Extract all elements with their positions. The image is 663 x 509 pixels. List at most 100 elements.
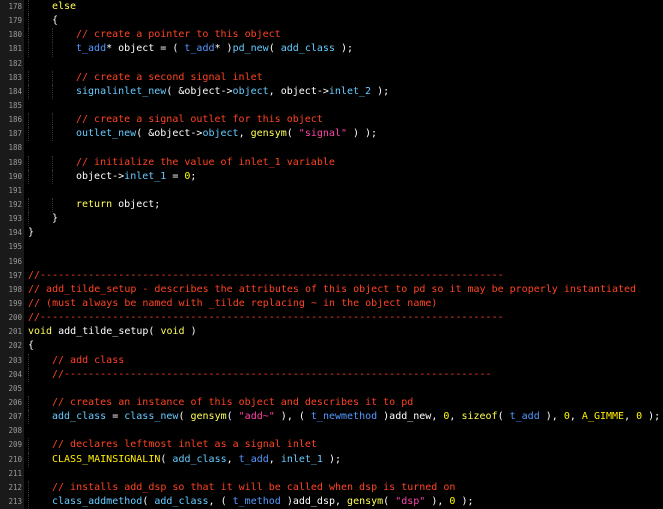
code-token: ), xyxy=(539,411,564,423)
code-line[interactable]: 204 //-----------------------------------… xyxy=(0,367,663,382)
code-token: ( xyxy=(178,411,191,423)
code-line[interactable]: 195 xyxy=(0,240,663,255)
indent-guide xyxy=(28,84,29,99)
code-line[interactable]: 181 t_add* object = ( t_add* )pd_new( add… xyxy=(0,42,663,57)
code-text: // (must always be named with _tilde rep… xyxy=(28,297,437,311)
indent-guide xyxy=(52,70,53,85)
code-text: //--------------------------------------… xyxy=(52,368,492,382)
code-token: ) xyxy=(184,326,197,338)
indent-guide xyxy=(52,169,53,184)
code-line[interactable]: 179 { xyxy=(0,14,663,29)
code-line[interactable]: 182 xyxy=(0,56,663,71)
code-token: // add_tilde_setup - describes the attri… xyxy=(28,283,637,295)
line-number: 195 xyxy=(0,240,24,255)
code-text: // create a signal outlet for this objec… xyxy=(76,113,323,127)
code-line[interactable]: 201 void add_tilde_setup( void ) xyxy=(0,325,663,340)
line-number: 204 xyxy=(0,367,24,382)
indent-guide xyxy=(28,70,29,85)
code-line[interactable]: 191 xyxy=(0,183,663,198)
code-line[interactable]: 189 // initialize the value of inlet_1 va… xyxy=(0,155,663,170)
indent-guide xyxy=(28,410,29,425)
code-token: ( xyxy=(142,495,155,507)
code-token: , object-> xyxy=(268,85,329,97)
line-number: 191 xyxy=(0,183,24,198)
line-number: 213 xyxy=(0,494,24,509)
code-line[interactable]: 190 object->inlet_1 = 0; xyxy=(0,169,663,184)
code-line[interactable]: 184 signalinlet_new( &object->object, obj… xyxy=(0,84,663,99)
code-line[interactable]: 197 //-----------------------------------… xyxy=(0,268,663,283)
code-token: )add_dsp, xyxy=(280,495,348,507)
indent-guide xyxy=(52,127,53,142)
code-text: // installs add_dsp so that it will be c… xyxy=(52,481,455,495)
line-number: 178 xyxy=(0,0,24,15)
code-line[interactable]: 207 add_class = class_new( gensym( "add~"… xyxy=(0,410,663,425)
indent-guide xyxy=(52,84,53,99)
code-line[interactable]: 196 xyxy=(0,254,663,269)
indent-guide xyxy=(28,395,29,411)
code-token: gensym xyxy=(347,495,384,507)
code-line[interactable]: 208 xyxy=(0,424,663,439)
code-token: ), ( xyxy=(274,411,311,423)
code-line[interactable]: 198 // add_tilde_setup - describes the at… xyxy=(0,282,663,297)
code-line[interactable]: 213 class_addmethod( add_class, ( t_metho… xyxy=(0,494,663,509)
code-line[interactable]: 194} xyxy=(0,226,663,241)
code-line[interactable]: 212 // installs add_dsp so that it will b… xyxy=(0,480,663,495)
code-token: signalinlet_new xyxy=(76,85,167,97)
code-line[interactable]: 210 CLASS_MAINSIGNALIN( add_class, t_add,… xyxy=(0,452,663,467)
code-token: * ) xyxy=(214,43,233,55)
line-number: 179 xyxy=(0,14,24,29)
line-number: 184 xyxy=(0,84,24,99)
code-token: )add_new, xyxy=(377,411,444,423)
code-line[interactable]: 202 { xyxy=(0,339,663,354)
code-line[interactable]: 183 // create a second signal inlet xyxy=(0,70,663,85)
code-line[interactable]: 209 // declares leftmost inlet as a signa… xyxy=(0,438,663,453)
code-token: = xyxy=(166,170,185,182)
line-number: 199 xyxy=(0,296,24,312)
indent-guide xyxy=(52,113,53,128)
code-token: object-> xyxy=(76,170,125,182)
code-token: , xyxy=(624,411,637,423)
code-line[interactable]: 188 xyxy=(0,141,663,156)
code-token: outlet_new xyxy=(76,128,137,140)
code-line[interactable]: 187 outlet_new( &object->object, gensym( … xyxy=(0,127,663,142)
code-line[interactable]: 203 // add class xyxy=(0,353,663,368)
code-line[interactable]: 205 xyxy=(0,381,663,396)
code-line[interactable]: 193} xyxy=(0,212,663,227)
code-token: "signal" xyxy=(298,128,347,140)
indent-guide xyxy=(28,127,29,142)
line-number: 207 xyxy=(0,410,24,425)
code-line[interactable]: 192 return object; xyxy=(0,197,663,213)
code-line[interactable]: 211 xyxy=(0,466,663,481)
code-token: inlet_2 xyxy=(328,85,372,97)
line-number: 185 xyxy=(0,98,24,114)
indent-guide xyxy=(28,353,29,368)
code-token: * object = ( xyxy=(106,43,185,55)
code-line[interactable]: 180 // create a pointer to this object xyxy=(0,28,663,43)
code-text: class_addmethod( add_class, ( t_method )… xyxy=(52,495,474,509)
line-number: 189 xyxy=(0,155,24,170)
code-line[interactable]: 185 xyxy=(0,98,663,114)
code-token: add_class xyxy=(172,453,227,465)
line-number: 203 xyxy=(0,353,24,368)
code-token: t_add xyxy=(238,453,269,465)
code-text: } xyxy=(52,212,58,226)
code-line[interactable]: 206 // creates an instance of this object… xyxy=(0,395,663,411)
code-editor[interactable]: 178 else 179 {180 // create a pointer to thi… xyxy=(0,0,663,509)
code-line[interactable]: 199 // (must always be named with _tilde … xyxy=(0,296,663,312)
line-number: 182 xyxy=(0,56,24,71)
code-token: add_tilde_setup( xyxy=(52,326,161,338)
line-number: 192 xyxy=(0,197,24,213)
indent-guide xyxy=(28,197,29,213)
indent-guide xyxy=(28,155,29,170)
line-number: 190 xyxy=(0,169,24,184)
code-line[interactable]: 186 // create a signal outlet for this ob… xyxy=(0,113,663,128)
line-number: 200 xyxy=(0,311,24,326)
code-text: // initialize the value of inlet_1 varia… xyxy=(76,156,335,170)
code-text: { xyxy=(52,14,58,28)
code-line[interactable]: 178 else xyxy=(0,0,663,15)
code-token: ); xyxy=(455,495,474,507)
indent-guide xyxy=(28,438,29,453)
code-line[interactable]: 200 //-----------------------------------… xyxy=(0,311,663,326)
code-token: t_newmethod xyxy=(310,411,378,423)
code-token: //--------------------------------------… xyxy=(52,368,492,380)
